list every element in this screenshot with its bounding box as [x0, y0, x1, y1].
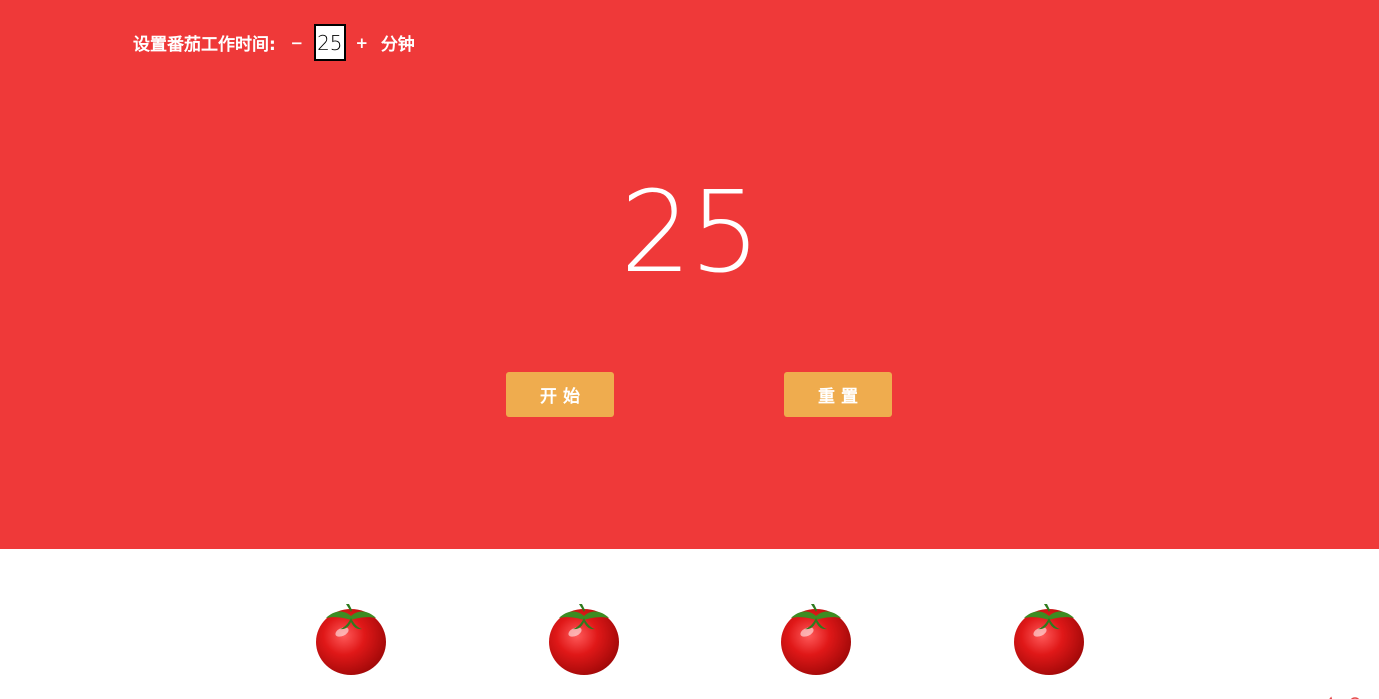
pomodoro-counter: [0, 598, 1379, 678]
minutes-input[interactable]: [313, 24, 346, 61]
tomato-icon: [314, 598, 388, 678]
tomato-icon: [547, 598, 621, 678]
work-time-label: 设置番茄工作时间:: [133, 35, 276, 55]
countdown-display: 25: [620, 168, 761, 298]
tomato-icon: [1012, 598, 1086, 678]
minutes-unit-label: 分钟: [380, 35, 415, 55]
tomato-icon: [779, 598, 853, 678]
increase-minutes-button[interactable]: +: [351, 34, 373, 52]
reset-button[interactable]: 重置: [784, 372, 892, 417]
work-time-settings: 设置番茄工作时间: − + 分钟: [133, 24, 415, 61]
timer-panel: 设置番茄工作时间: − + 分钟 25 开始 重置: [0, 0, 1379, 549]
start-button[interactable]: 开始: [506, 372, 614, 417]
decrease-minutes-button[interactable]: −: [286, 34, 308, 52]
corner-decoration: [1205, 689, 1379, 699]
